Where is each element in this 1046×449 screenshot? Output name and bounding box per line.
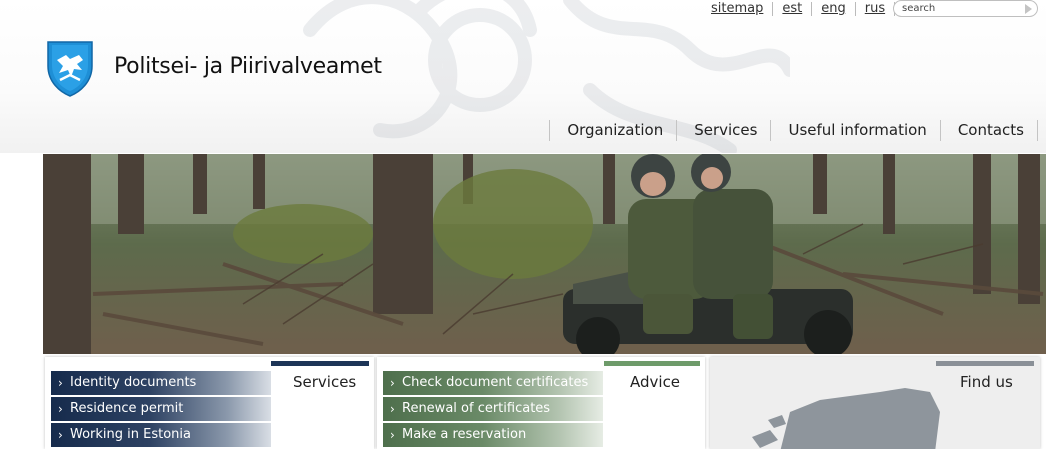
link-label: Check document certificates: [402, 375, 589, 390]
find-us-box-accent: [936, 361, 1034, 366]
chevron-right-icon: ›: [390, 428, 395, 442]
arrow-right-icon[interactable]: [1025, 4, 1032, 14]
chevron-right-icon: ›: [58, 402, 63, 416]
sitemap-link[interactable]: sitemap: [700, 2, 774, 16]
search-box: [893, 0, 1038, 17]
nav-organization[interactable]: Organization: [549, 120, 676, 141]
lang-est-link[interactable]: est: [773, 2, 813, 16]
services-box: Services › Identity documents › Residenc…: [45, 357, 374, 449]
find-us-box[interactable]: Find us: [710, 357, 1040, 449]
nav-services[interactable]: Services: [676, 120, 770, 141]
main-nav: Organization Services Useful information…: [549, 120, 1038, 141]
link-label: Residence permit: [70, 401, 184, 416]
advice-box-accent: [604, 361, 700, 366]
hero-banner-image: [43, 154, 1046, 354]
utility-links: sitemap est eng rus: [700, 0, 896, 18]
link-make-a-reservation[interactable]: › Make a reservation: [383, 423, 603, 447]
chevron-right-icon: ›: [58, 428, 63, 442]
link-renewal-of-certificates[interactable]: › Renewal of certificates: [383, 397, 603, 421]
lang-eng-link[interactable]: eng: [812, 2, 856, 16]
advice-box: Advice › Check document certificates › R…: [377, 357, 705, 449]
link-label: Make a reservation: [402, 427, 527, 442]
nav-contacts[interactable]: Contacts: [939, 120, 1037, 141]
link-label: Working in Estonia: [70, 427, 191, 442]
nav-useful-information[interactable]: Useful information: [770, 120, 939, 141]
find-us-box-title[interactable]: Find us: [960, 373, 1013, 391]
services-box-title[interactable]: Services: [293, 373, 356, 391]
link-working-in-estonia[interactable]: › Working in Estonia: [51, 423, 271, 447]
chevron-right-icon: ›: [58, 376, 63, 390]
lang-rus-link[interactable]: rus: [856, 2, 896, 16]
site-header: Politsei- ja Piirivalveamet sitemap est …: [0, 0, 1046, 153]
link-identity-documents[interactable]: › Identity documents: [51, 371, 271, 395]
chevron-right-icon: ›: [390, 376, 395, 390]
search-input[interactable]: [902, 2, 1020, 15]
link-label: Renewal of certificates: [402, 401, 551, 416]
chevron-right-icon: ›: [390, 402, 395, 416]
site-title[interactable]: Politsei- ja Piirivalveamet: [114, 54, 382, 79]
advice-box-title[interactable]: Advice: [630, 373, 680, 391]
link-residence-permit[interactable]: › Residence permit: [51, 397, 271, 421]
services-box-accent: [271, 361, 369, 366]
coat-of-arms-lion-icon: [47, 41, 93, 97]
link-label: Identity documents: [70, 375, 197, 390]
estonia-map-icon: [752, 388, 940, 449]
link-check-document-certificates[interactable]: › Check document certificates: [383, 371, 603, 395]
nav-divider: [1037, 120, 1038, 141]
